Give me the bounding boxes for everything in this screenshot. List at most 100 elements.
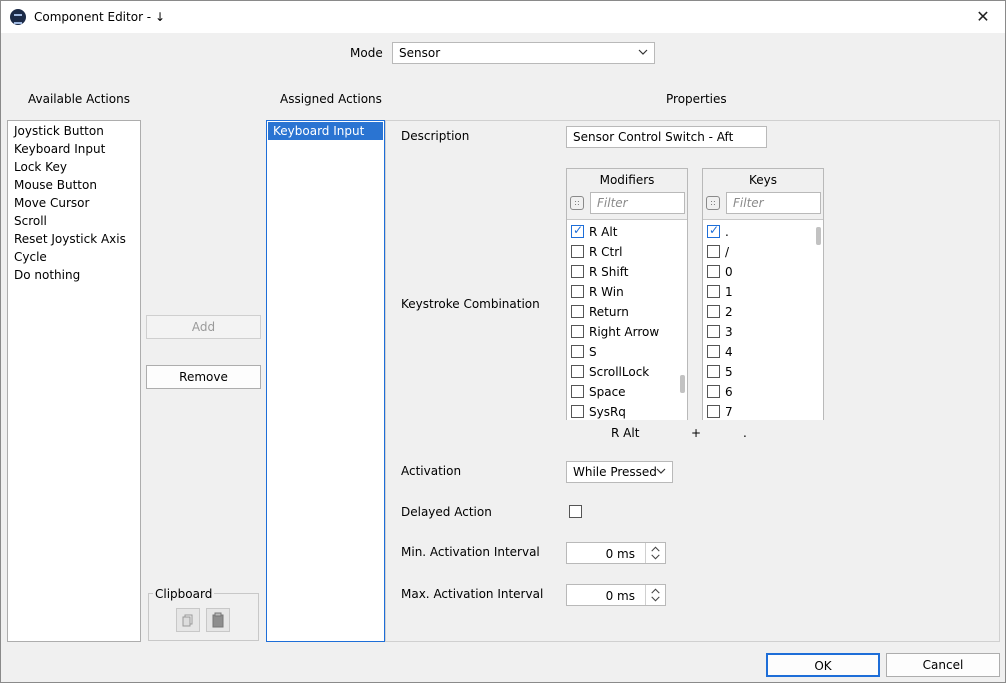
available-action-item[interactable]: Keyboard Input (14, 142, 105, 156)
keys-header: Keys (748, 173, 777, 187)
modifier-checkbox[interactable] (571, 365, 584, 378)
key-checkbox[interactable] (707, 265, 720, 278)
ok-button[interactable]: OK (766, 653, 880, 677)
filter-mode-icon[interactable]: :: (706, 196, 720, 210)
available-actions-list[interactable]: Joystick Button Keyboard Input Lock Key Mou… (7, 120, 141, 642)
cancel-button[interactable]: Cancel (886, 653, 1000, 677)
modifier-row[interactable]: R Shift (571, 262, 675, 282)
copy-button[interactable] (176, 608, 200, 632)
mode-label: Mode (350, 46, 383, 60)
filter-mode-icon[interactable]: :: (570, 196, 584, 210)
checkmark-icon: ✓ (573, 223, 584, 237)
modifiers-list[interactable]: ✓ R Alt R Ctrl R Shift R Win Return Right Arro… (567, 219, 687, 420)
modifier-checkbox[interactable]: ✓ (571, 223, 584, 238)
available-action-item[interactable]: Lock Key (14, 160, 67, 174)
key-row[interactable]: 0 (707, 262, 811, 282)
key-label: 5 (725, 365, 733, 379)
delayed-action-label: Delayed Action (401, 505, 492, 519)
available-action-item[interactable]: Reset Joystick Axis (14, 232, 126, 246)
assigned-item-keyboard-input[interactable]: Keyboard Input (268, 122, 383, 140)
keystroke-label: Keystroke Combination (401, 297, 540, 311)
keys-filter-placeholder: Filter (733, 196, 764, 210)
available-action-item[interactable]: Move Cursor (14, 196, 89, 210)
key-row[interactable]: 2 (707, 302, 811, 322)
copy-icon (182, 614, 193, 627)
modifier-row[interactable]: S (571, 342, 675, 362)
paste-icon (212, 612, 224, 628)
modifier-label: Right Arrow (589, 325, 660, 339)
modifier-checkbox[interactable] (571, 305, 584, 318)
keys-filter-input[interactable]: Filter (726, 192, 821, 214)
spin-arrows-icon[interactable] (645, 585, 665, 605)
available-action-item[interactable]: Scroll (14, 214, 47, 228)
mode-select[interactable]: Sensor (392, 42, 655, 64)
clipboard-label: Clipboard (153, 587, 215, 601)
assigned-actions-list[interactable]: Keyboard Input (266, 120, 385, 642)
key-row[interactable]: 7 (707, 402, 811, 422)
key-row[interactable]: 1 (707, 282, 811, 302)
add-button[interactable]: Add (146, 315, 261, 339)
modifier-label: S (589, 345, 597, 359)
modifier-row[interactable]: ✓ R Alt (571, 222, 675, 242)
activation-label: Activation (401, 464, 462, 478)
key-label: 2 (725, 305, 733, 319)
modifier-row[interactable]: Return (571, 302, 675, 322)
available-action-item[interactable]: Joystick Button (14, 124, 104, 138)
key-row[interactable]: / (707, 242, 811, 262)
chevron-down-icon (656, 468, 666, 474)
keys-list[interactable]: ✓. / 0 1 2 3 4 5 6 7 (703, 219, 823, 420)
key-row[interactable]: 6 (707, 382, 811, 402)
activation-select[interactable]: While Pressed (566, 461, 673, 483)
description-input[interactable]: Sensor Control Switch - Aft (566, 126, 767, 148)
mode-select-value: Sensor (399, 46, 441, 60)
key-checkbox[interactable] (707, 405, 720, 418)
modifier-row[interactable]: R Ctrl (571, 242, 675, 262)
modifier-checkbox[interactable] (571, 285, 584, 298)
modifiers-box: Modifiers :: Filter ✓ R Alt R Ctrl R Shift R… (566, 168, 688, 420)
spin-arrows-icon[interactable] (645, 543, 665, 563)
modifier-row[interactable]: R Win (571, 282, 675, 302)
key-checkbox[interactable] (707, 245, 720, 258)
combo-plus-text: + (691, 426, 702, 440)
key-row[interactable]: 5 (707, 362, 811, 382)
modifier-row[interactable]: ScrollLock (571, 362, 675, 382)
activation-value: While Pressed (573, 465, 657, 479)
key-checkbox[interactable] (707, 365, 720, 378)
key-label: 4 (725, 345, 733, 359)
modifier-label: ScrollLock (589, 365, 650, 379)
key-checkbox[interactable] (707, 285, 720, 298)
key-checkbox[interactable] (707, 345, 720, 358)
window-title: Component Editor - ↓ (34, 10, 166, 24)
remove-button[interactable]: Remove (146, 365, 261, 389)
key-checkbox[interactable] (707, 385, 720, 398)
key-checkbox[interactable] (707, 325, 720, 338)
key-checkbox[interactable]: ✓ (707, 224, 720, 238)
available-action-item[interactable]: Mouse Button (14, 178, 97, 192)
paste-button[interactable] (206, 608, 230, 632)
modifier-row[interactable]: SysRq (571, 402, 675, 422)
key-row[interactable]: 4 (707, 342, 811, 362)
modifier-row[interactable]: Space (571, 382, 675, 402)
modifier-checkbox[interactable] (571, 265, 584, 278)
key-row[interactable]: 3 (707, 322, 811, 342)
modifier-checkbox[interactable] (571, 345, 584, 358)
close-icon[interactable]: ✕ (971, 5, 995, 29)
key-row[interactable]: ✓. (707, 222, 811, 242)
modifiers-filter-input[interactable]: Filter (590, 192, 685, 214)
delayed-action-checkbox[interactable] (569, 505, 582, 518)
key-checkbox[interactable] (707, 305, 720, 318)
max-interval-spinbox[interactable]: 0 ms (566, 584, 666, 606)
available-action-item[interactable]: Do nothing (14, 268, 80, 282)
keys-scrollbar[interactable] (816, 227, 821, 245)
modifier-checkbox[interactable] (571, 325, 584, 338)
min-interval-spinbox[interactable]: 0 ms (566, 542, 666, 564)
available-action-item[interactable]: Cycle (14, 250, 47, 264)
modifier-checkbox[interactable] (571, 385, 584, 398)
chevron-down-icon (638, 49, 648, 55)
modifier-checkbox[interactable] (571, 405, 584, 418)
min-interval-label: Min. Activation Interval (401, 545, 540, 559)
max-interval-label: Max. Activation Interval (401, 587, 544, 601)
modifier-row[interactable]: Right Arrow (571, 322, 675, 342)
modifiers-scrollbar[interactable] (680, 375, 685, 393)
modifier-checkbox[interactable] (571, 245, 584, 258)
